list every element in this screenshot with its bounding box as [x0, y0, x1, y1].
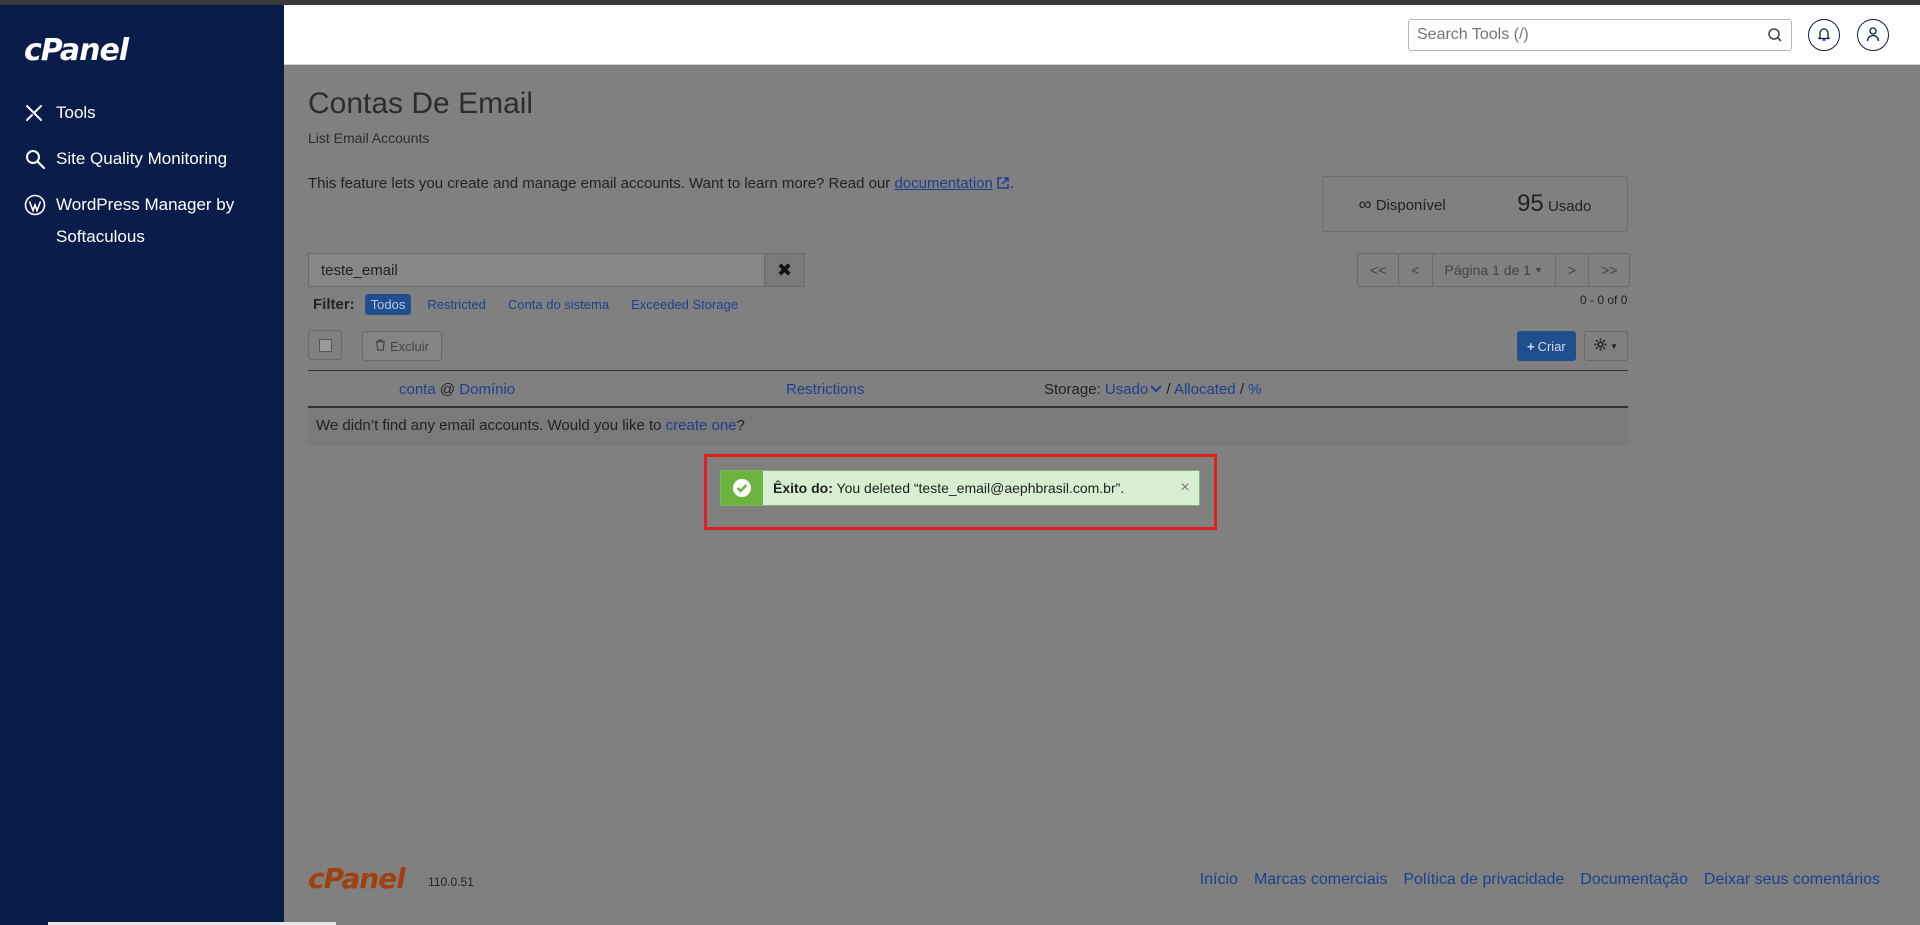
footer-link-feedback[interactable]: Deixar seus comentários — [1704, 871, 1880, 889]
magnifier-icon — [24, 143, 56, 175]
select-all-checkbox[interactable] — [308, 330, 342, 360]
user-icon — [1866, 26, 1880, 45]
next-page-button[interactable]: > — [1556, 254, 1590, 286]
external-link-icon[interactable] — [993, 175, 1010, 192]
caret-down-icon: ▼ — [1533, 265, 1543, 275]
tools-icon — [24, 97, 56, 129]
available-label: Disponível — [1375, 196, 1446, 214]
at-sign: @ — [439, 381, 456, 398]
sort-account-link[interactable]: conta — [399, 381, 436, 398]
main-content: Contas De Email List Email Accounts This… — [284, 65, 1920, 925]
page-select[interactable]: Página 1 de 1 ▼ — [1433, 254, 1556, 286]
chevron-down-icon — [1148, 381, 1162, 398]
delete-label: Excluir — [390, 338, 430, 354]
column-restrictions[interactable]: Restrictions — [786, 381, 864, 398]
gear-icon — [1594, 338, 1607, 354]
empty-state-row: We didn’t find any email accounts. Would… — [308, 408, 1628, 446]
alert-text: You deleted “teste_email@aephbrasil.com.… — [836, 480, 1125, 496]
prev-page-button[interactable]: < — [1399, 254, 1433, 286]
first-page-button[interactable]: << — [1358, 254, 1400, 286]
user-menu-button[interactable] — [1857, 19, 1889, 51]
delete-button[interactable]: Excluir — [362, 331, 443, 361]
sidebar-item-label: Site Quality Monitoring — [56, 149, 228, 168]
footer-cpanel-logo: cPanel — [308, 862, 406, 895]
footer-link-trademarks[interactable]: Marcas comerciais — [1254, 871, 1387, 889]
pagination: << < Página 1 de 1 ▼ > >> — [1357, 253, 1631, 287]
sidebar-item-label: Tools — [56, 103, 96, 122]
separator: / — [1239, 381, 1244, 398]
page-subtitle: List Email Accounts — [308, 130, 430, 146]
empty-state-text: We didn’t find any email accounts. Would… — [316, 417, 662, 434]
check-circle-icon — [721, 471, 763, 505]
create-button[interactable]: + Criar — [1517, 331, 1576, 361]
last-page-button[interactable]: >> — [1589, 254, 1629, 286]
filter-label: Filter: — [313, 296, 355, 313]
column-storage: Storage: Usado / Allocated / % — [1044, 381, 1262, 398]
top-edge — [0, 0, 1920, 5]
create-one-link[interactable]: create one — [666, 417, 737, 434]
footer-links: Início Marcas comerciais Política de pri… — [1184, 871, 1880, 889]
sort-percent-link[interactable]: % — [1248, 381, 1261, 398]
sort-used-link[interactable]: Usado — [1105, 381, 1148, 398]
success-alert: Êxito do: You deleted “teste_email@aephb… — [720, 470, 1200, 506]
search-box — [1408, 19, 1792, 51]
sidebar: cPanel Tools Site Quality Monitoring Wor… — [0, 5, 284, 925]
settings-dropdown-button[interactable]: ▼ — [1584, 331, 1628, 361]
used-stat: 95 Usado — [1517, 190, 1591, 218]
wordpress-icon — [24, 189, 56, 221]
create-label: Criar — [1537, 338, 1566, 354]
quota-stats: ∞ Disponível 95 Usado — [1322, 176, 1628, 232]
alert-title: Êxito do: — [773, 480, 833, 496]
infinity-icon: ∞ — [1358, 193, 1372, 214]
cpanel-logo[interactable]: cPanel — [24, 33, 129, 68]
bell-icon — [1817, 26, 1831, 45]
version-label: 110.0.51 — [428, 875, 474, 889]
storage-label: Storage: — [1044, 381, 1101, 398]
sidebar-item-label: WordPress Manager by Softaculous — [56, 195, 235, 246]
separator: / — [1166, 381, 1171, 398]
filter-chip-system-account[interactable]: Conta do sistema — [502, 294, 615, 315]
top-header — [284, 5, 1920, 65]
available-stat: ∞ Disponível — [1359, 194, 1446, 215]
used-value: 95 — [1517, 190, 1544, 217]
notifications-button[interactable] — [1808, 19, 1840, 51]
page-label: Página 1 de 1 — [1444, 262, 1531, 278]
sidebar-item-site-quality[interactable]: Site Quality Monitoring — [24, 143, 274, 175]
sort-allocated-link[interactable]: Allocated — [1174, 381, 1236, 398]
column-account-domain: conta @ Domínio — [399, 381, 515, 398]
filter-chips: Filter: Todos Restricted Conta do sistem… — [313, 294, 754, 315]
trash-icon — [375, 338, 390, 354]
result-count: 0 - 0 of 0 — [1580, 293, 1628, 307]
plus-icon: + — [1527, 338, 1535, 354]
used-label: Usado — [1547, 198, 1592, 215]
filter-chip-exceeded-storage[interactable]: Exceeded Storage — [625, 294, 744, 315]
description-suffix: . — [1009, 175, 1015, 192]
sort-domain-link[interactable]: Domínio — [459, 381, 515, 398]
footer-link-documentation[interactable]: Documentação — [1580, 871, 1688, 889]
description-text: This feature lets you create and manage … — [308, 175, 891, 192]
search-icon[interactable] — [1767, 27, 1783, 46]
footer-link-privacy[interactable]: Política de privacidade — [1403, 871, 1564, 889]
checkbox-box — [318, 338, 332, 352]
filter-chip-todos[interactable]: Todos — [364, 294, 412, 315]
sidebar-item-tools[interactable]: Tools — [24, 97, 274, 129]
filter-chip-restricted[interactable]: Restricted — [421, 294, 492, 315]
email-filter: ✖ — [308, 253, 805, 287]
footer-link-home[interactable]: Início — [1200, 871, 1238, 889]
close-alert-button[interactable]: × — [1171, 479, 1199, 497]
page-title: Contas De Email — [308, 87, 534, 120]
search-input[interactable] — [1409, 20, 1749, 50]
caret-down-icon: ▼ — [1610, 341, 1618, 351]
documentation-link[interactable]: documentation — [894, 175, 992, 192]
empty-state-suffix: ? — [736, 417, 745, 434]
email-filter-input[interactable] — [309, 254, 764, 286]
sidebar-item-wordpress[interactable]: WordPress Manager by Softaculous — [24, 189, 274, 253]
page-description: This feature lets you create and manage … — [308, 175, 1014, 192]
sidebar-nav: Tools Site Quality Monitoring WordPress … — [24, 97, 274, 267]
clear-filter-button[interactable]: ✖ — [764, 254, 804, 286]
alert-message: Êxito do: You deleted “teste_email@aephb… — [763, 480, 1171, 496]
accounts-table-header: conta @ Domínio Restrictions Storage: Us… — [308, 370, 1628, 408]
